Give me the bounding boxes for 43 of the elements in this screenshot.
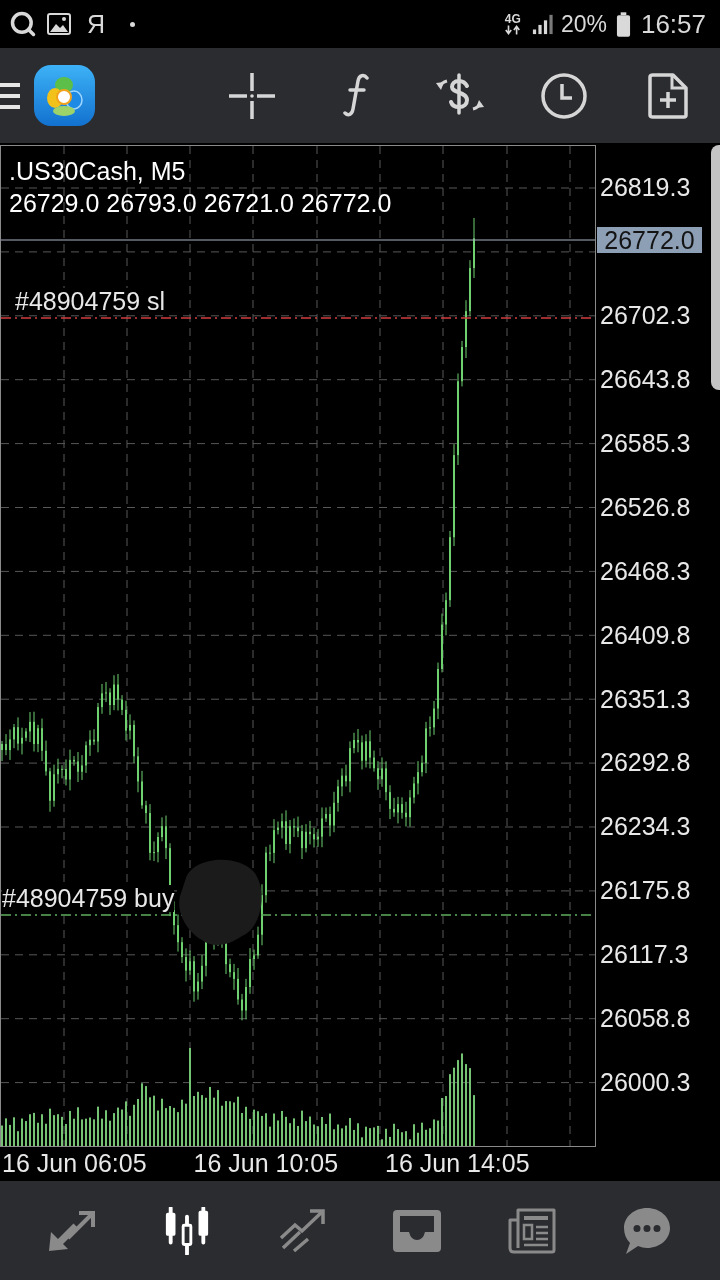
network-type-label: 4G [504, 13, 521, 25]
order-label: #48904759 buy [2, 884, 175, 912]
price-axis-label: 26526.8 [600, 492, 691, 522]
symbol-timeframe-label: .US30Cash, M5 [9, 156, 186, 187]
time-axis-label: 16 Jun 06:05 [2, 1149, 147, 1177]
price-axis-label: 26585.3 [600, 429, 691, 458]
clock-icon[interactable] [541, 72, 587, 119]
price-axis-label: 26702.3 [600, 301, 691, 331]
time-axis-label: 16 Jun 14:05 [385, 1149, 530, 1177]
new-document-icon[interactable] [648, 72, 688, 119]
price-axis-label: 26409.8 [600, 620, 691, 650]
signal-strength-icon [531, 13, 554, 35]
time-axis-label: 16 Jun 10:05 [193, 1149, 339, 1177]
price-axis-label: 26292.8 [600, 748, 691, 778]
price-axis-label: 26468.3 [600, 556, 691, 586]
price-axis-label: 26819.3 [600, 173, 691, 203]
crosshair-icon[interactable] [229, 72, 275, 119]
side-panel-handle[interactable] [711, 145, 720, 390]
data-arrows-icon [503, 25, 522, 35]
trend-arrow-icon[interactable] [277, 1206, 326, 1255]
clock-time: 16:57 [640, 9, 706, 39]
order-label: #48904759 sl [15, 287, 166, 315]
ohlc-values: 26729.0 26793.0 26721.0 26772.0 [9, 188, 392, 219]
app-logo-icon [34, 65, 95, 126]
price-axis-label: 26117.3 [600, 940, 689, 970]
search-icon [9, 10, 37, 38]
notification-dot-icon [130, 21, 136, 27]
price-axis-label: 26000.3 [600, 1067, 691, 1097]
image-icon [47, 13, 71, 35]
menu-icon[interactable] [0, 81, 20, 110]
newspaper-icon[interactable] [507, 1206, 556, 1255]
price-axis-label: 26175.8 [600, 876, 691, 906]
current-price-tag: 26772.0 [597, 226, 702, 253]
notification-app-letter: Я [87, 10, 106, 38]
chat-bubble-icon[interactable] [622, 1206, 671, 1255]
price-axis-label: 26234.3 [600, 812, 691, 842]
currency-exchange-icon[interactable] [435, 72, 485, 117]
price-axis-label: 26058.8 [600, 1004, 691, 1033]
price-axis-label: 26643.8 [600, 365, 691, 395]
battery-percentage: 20% [560, 10, 607, 38]
battery-icon [615, 11, 631, 37]
function-icon[interactable] [343, 72, 369, 117]
price-axis-label: 26351.3 [600, 684, 691, 714]
